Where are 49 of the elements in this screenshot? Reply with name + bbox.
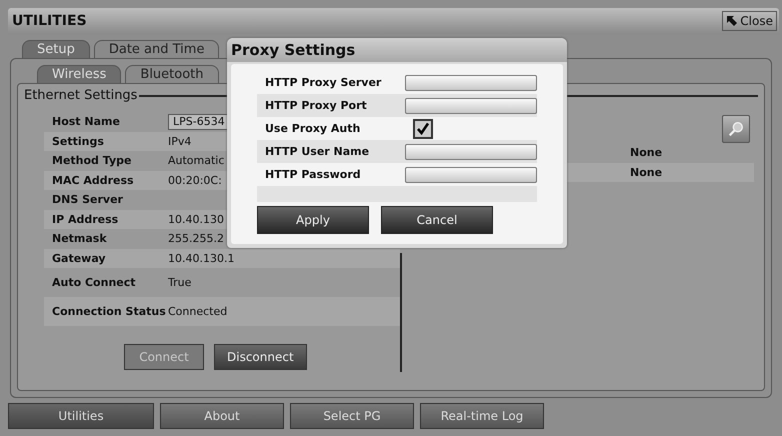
zoom-icon [727, 120, 745, 138]
nav-button[interactable]: Utilities [8, 403, 154, 429]
tab[interactable]: Date and Time [94, 40, 220, 58]
field-value: Automatic [168, 154, 224, 168]
field-value: None [630, 146, 662, 160]
field-value: None [630, 166, 662, 179]
field-value: IPv4 [168, 134, 192, 148]
field-label: IP Address [52, 212, 120, 226]
field-value: 255.255.2 [168, 232, 224, 246]
dialog-title: Proxy Settings [227, 38, 567, 62]
nav-button[interactable]: Real-time Log [420, 403, 544, 429]
field-label: HTTP Password [265, 168, 362, 181]
field-label: DNS Server [52, 193, 124, 206]
tab[interactable]: Setup [22, 40, 90, 58]
nav-button[interactable]: About [160, 403, 284, 429]
field-value: True [168, 276, 192, 289]
field-label: Use Proxy Auth [265, 122, 362, 135]
arrow-icon [726, 15, 738, 27]
section-title: Ethernet Settings [24, 88, 138, 103]
disconnect-button[interactable]: Disconnect [214, 344, 307, 370]
field-label: HTTP User Name [265, 145, 370, 158]
field-label: Gateway [52, 252, 107, 265]
input-field[interactable] [405, 74, 537, 90]
field-label: Netmask [52, 232, 108, 246]
apply-button[interactable]: Apply [257, 206, 369, 234]
field-value: Connected [168, 305, 228, 318]
field-label: Method Type [52, 154, 132, 168]
field-label: Connection Status [52, 305, 164, 318]
input-field[interactable] [405, 144, 537, 160]
field-value: 10.40.130 [168, 212, 224, 226]
input-field[interactable] [405, 98, 537, 114]
input-field[interactable] [405, 166, 537, 182]
field-label: HTTP Proxy Server [265, 76, 382, 89]
nav-button[interactable]: Select PG [290, 403, 414, 429]
field-label: Auto Connect [52, 276, 137, 289]
zoom-button[interactable] [722, 115, 750, 143]
input-field[interactable]: LPS-6534 [168, 114, 230, 130]
field-label: HTTP Proxy Port [265, 99, 368, 112]
field-value: 00:20:0C: [168, 174, 222, 187]
field-value: 10.40.130.1 [168, 252, 234, 265]
field-label: MAC Address [52, 174, 135, 187]
field-label: Settings [52, 134, 105, 148]
checkbox[interactable] [413, 118, 433, 138]
field-label: Host Name [52, 115, 121, 128]
tab[interactable]: Bluetooth [125, 65, 219, 83]
cancel-button[interactable]: Cancel [381, 206, 493, 234]
close-button[interactable]: Close [722, 11, 777, 31]
window-title: UTILITIES [12, 13, 87, 29]
tab[interactable]: Wireless [37, 65, 122, 83]
